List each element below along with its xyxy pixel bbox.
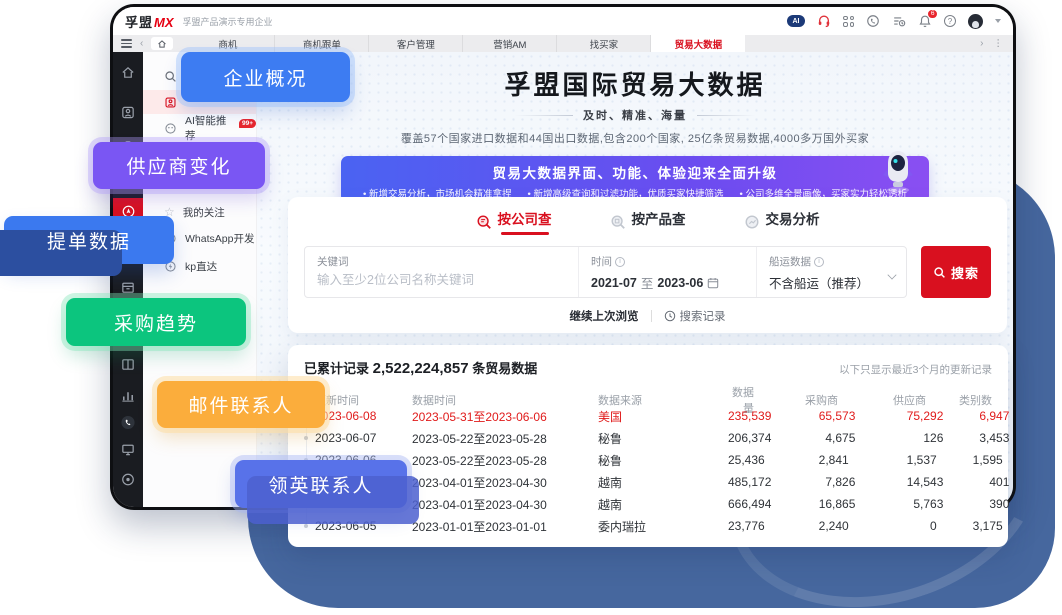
user-avatar[interactable] <box>968 14 983 29</box>
table-row[interactable]: 2023-06-08 2023-05-31至2023-06-06 美国 235,… <box>304 405 992 427</box>
divider <box>515 115 573 116</box>
rail-whatsapp-icon[interactable] <box>121 415 136 430</box>
divider <box>697 115 755 116</box>
ai-assistant-icon[interactable]: AI <box>787 15 805 27</box>
shipping-value: 不含船运（推荐） <box>769 273 869 292</box>
rail-target-icon[interactable] <box>121 472 136 487</box>
tab-followup[interactable]: 商机跟单 <box>275 35 369 52</box>
timeline-dot <box>304 436 308 440</box>
tab-search-by-company[interactable]: 按公司查 <box>476 208 552 235</box>
company-subtitle: 孚盟产品演示专用企业 <box>183 15 273 28</box>
apps-grid-icon[interactable] <box>843 16 854 27</box>
clock-icon <box>664 310 676 322</box>
tab-marketing[interactable]: 营销AM <box>463 35 557 52</box>
logo-suffix: MX <box>154 15 174 30</box>
logo-brand: 孚盟 <box>125 12 153 31</box>
continue-browsing-link[interactable]: 继续上次浏览 <box>570 308 639 324</box>
headset-icon[interactable] <box>817 14 831 28</box>
chevron-right-icon[interactable]: › <box>980 39 983 49</box>
rail-columns-icon[interactable] <box>121 357 136 372</box>
page: 孚盟 MX 孚盟产品演示专用企业 AI <box>0 0 1062 615</box>
table-row[interactable]: 2023-06-07 2023-05-22至2023-05-28 秘鲁 206,… <box>304 427 992 449</box>
chevron-left-icon[interactable]: ‹ <box>140 39 143 49</box>
tab-search-by-product[interactable]: 按产品查 <box>610 208 686 235</box>
tab-find-buyers[interactable]: 找买家 <box>557 35 651 52</box>
search-form: 关键词 时间 i 2021-07 至 <box>304 246 907 298</box>
kebab-menu-icon[interactable]: ⋮ <box>994 38 1004 49</box>
rail-bar-chart-icon[interactable] <box>121 388 136 403</box>
bell-icon[interactable]: 6 <box>918 14 932 28</box>
sidebar-item-label: AI智能推荐 <box>185 113 235 143</box>
analysis-icon <box>744 214 760 230</box>
search-tabs: 按公司查 按产品查 交易分析 <box>288 197 1007 235</box>
menu-icon[interactable] <box>121 39 132 47</box>
sidebar-item-label: 我的关注 <box>183 205 225 220</box>
search-icon <box>164 70 177 83</box>
module-tabbar: ‹ 商机 商机跟单 客户管理 营销AM 找买家 贸易大数据 › ⋮ <box>113 35 1013 52</box>
banner-title: 贸易大数据界面、功能、体验迎来全面升级 <box>341 162 929 182</box>
rail-home-icon[interactable] <box>121 65 136 80</box>
calendar-icon <box>707 277 719 289</box>
rail-monitor-icon[interactable] <box>121 442 136 457</box>
records-total: 2,522,224,857 <box>373 360 469 377</box>
hero: 孚盟国际贸易大数据 及时、精准、海量 覆盖57个国家进口数据和44国出口数据,包… <box>257 52 1013 146</box>
sidebar-item-label: kp直达 <box>185 259 217 274</box>
tab-trade-bigdata[interactable]: 贸易大数据 <box>651 35 745 52</box>
help-icon[interactable]: ? <box>944 15 956 27</box>
search-panel: 按公司查 按产品查 交易分析 <box>288 197 1007 333</box>
time-to: 2023-06 <box>657 276 703 290</box>
keyword-input[interactable] <box>317 273 566 287</box>
info-icon: i <box>615 257 625 267</box>
feature-label-enterprise-overview: 企业概况 <box>181 52 350 102</box>
search-button[interactable]: 搜索 <box>921 246 991 298</box>
sidebar: AI智能推荐 99+ ☆ 我的关注 WhatsApp开发 <box>143 52 257 507</box>
feature-label-linkedin-contacts: 领英联系人 <box>235 460 407 508</box>
ai-recommend-badge: 99+ <box>239 119 256 128</box>
keyword-label: 关键词 <box>317 254 349 269</box>
icon-rail <box>113 52 143 507</box>
app-logo: 孚盟 MX <box>125 12 174 31</box>
info-icon: i <box>814 257 824 267</box>
page-subtitle: 及时、精准、海量 <box>583 107 687 123</box>
whatsapp-icon[interactable] <box>866 14 880 28</box>
time-from: 2021-07 <box>591 276 637 290</box>
time-label: 时间 <box>591 254 612 269</box>
table-row[interactable]: 2023-06-06 2023-05-22至2023-05-28 秘鲁 25,4… <box>304 449 992 471</box>
timeline-dot <box>304 524 308 528</box>
search-history-link[interactable]: 搜索记录 <box>664 308 726 324</box>
feature-label-purchase-trend: 采购趋势 <box>66 298 246 346</box>
chevron-down-icon[interactable] <box>995 19 1001 23</box>
company-search-icon <box>476 214 492 230</box>
notification-badge: 6 <box>927 9 938 19</box>
home-tab[interactable] <box>151 37 173 50</box>
sidebar-item-ai-recommend[interactable]: AI智能推荐 99+ <box>143 116 256 140</box>
shipping-data-select[interactable]: 船运数据 i 不含船运（推荐） <box>756 247 906 297</box>
ai-recommend-icon <box>164 122 177 135</box>
table-header-row: 更新时间 数据时间 数据来源 数据量 采购商 供应商 类别数 <box>304 384 992 405</box>
tab-crm[interactable]: 客户管理 <box>369 35 463 52</box>
task-list-icon[interactable] <box>892 14 906 28</box>
feature-label-email-contacts: 邮件联系人 <box>157 381 325 428</box>
feature-label-bill-of-lading: 提单数据 <box>4 216 174 264</box>
tab-trade-analysis[interactable]: 交易分析 <box>744 208 820 235</box>
upgrade-banner[interactable]: 贸易大数据界面、功能、体验迎来全面升级 新增交易分析，市场机会精准拿捏 新增高级… <box>341 156 929 203</box>
app-header: 孚盟 MX 孚盟产品演示专用企业 AI <box>113 7 1013 35</box>
feature-label-supplier-change: 供应商变化 <box>93 142 265 189</box>
rail-archive-icon[interactable] <box>121 280 136 295</box>
rail-contacts-icon[interactable] <box>121 105 136 120</box>
time-range-field[interactable]: 时间 i 2021-07 至 2023-06 <box>578 247 756 297</box>
sidebar-item-label: WhatsApp开发 <box>185 231 254 246</box>
buyer-data-icon <box>164 96 177 109</box>
page-description: 覆盖57个国家进口数据和44国出口数据,包含200个国家, 25亿条贸易数据,4… <box>257 130 1013 146</box>
divider <box>651 310 652 322</box>
page-title: 孚盟国际贸易大数据 <box>257 65 1013 102</box>
tab-business[interactable]: 商机 <box>181 35 275 52</box>
records-summary: 已累计记录 2,522,224,857 条贸易数据 <box>304 358 537 377</box>
time-to-word: 至 <box>641 273 654 292</box>
shipping-label: 船运数据 <box>769 254 811 269</box>
records-note: 以下只显示最近3个月的更新记录 <box>839 362 992 377</box>
robot-mascot-icon <box>879 148 917 199</box>
product-search-icon <box>610 214 626 230</box>
